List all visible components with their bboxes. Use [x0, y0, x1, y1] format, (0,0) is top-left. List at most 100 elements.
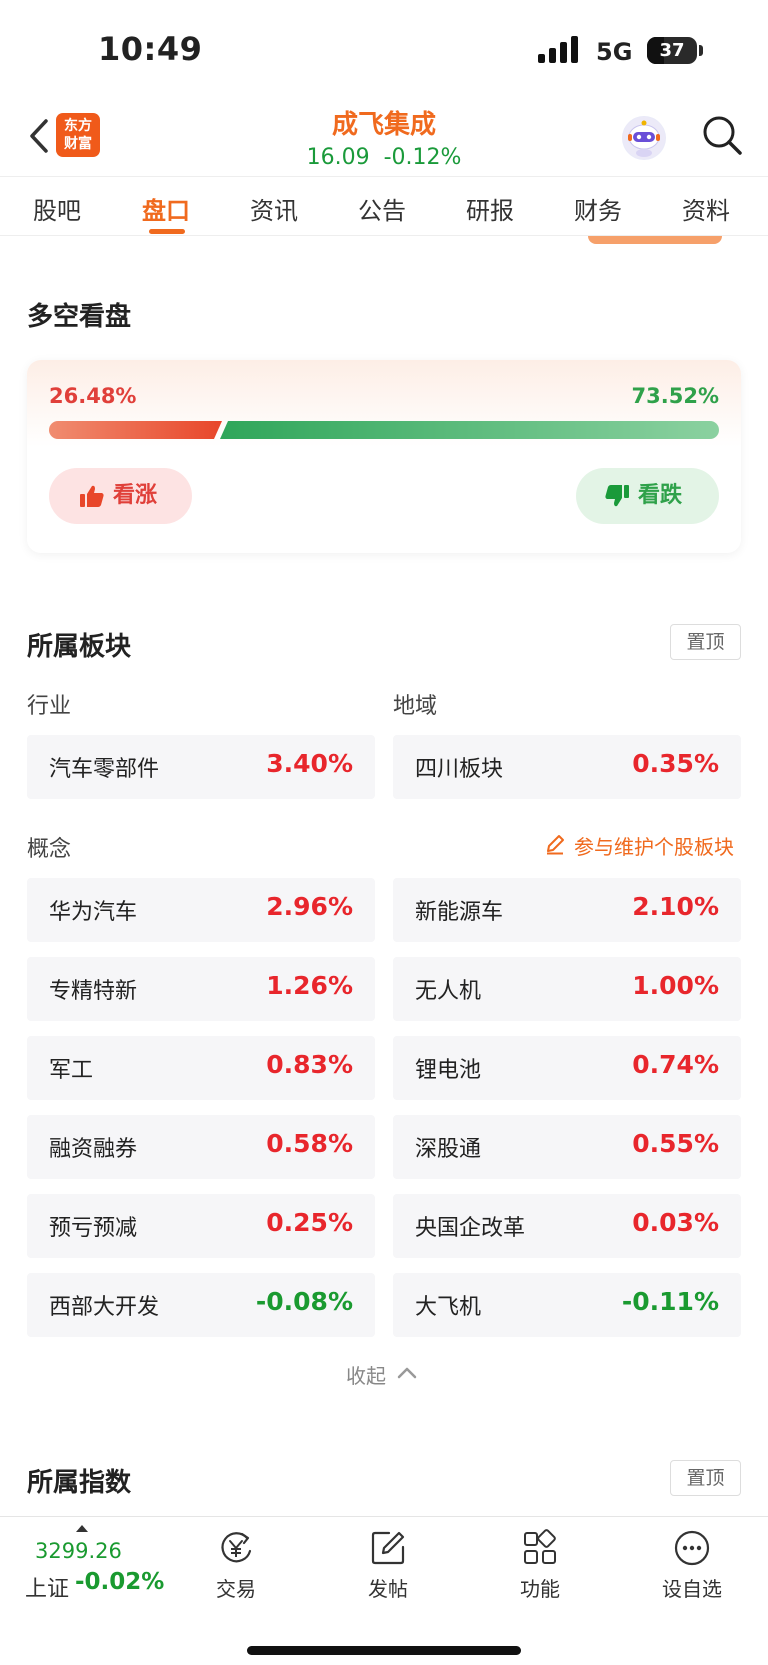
nav-trade[interactable]: 交易: [191, 1525, 281, 1605]
sector-change: 0.03%: [632, 1208, 719, 1237]
sector-change: -0.11%: [621, 1287, 719, 1316]
nav-functions[interactable]: 功能: [495, 1525, 585, 1605]
bull-percent: 26.48%: [49, 384, 137, 408]
sentiment-bar: [49, 421, 719, 439]
sector-change: 1.26%: [266, 971, 353, 1000]
app-logo[interactable]: 东方 财富: [56, 113, 100, 157]
logo-text-line1: 东方: [64, 118, 92, 134]
thumbs-down-icon: [605, 485, 629, 507]
bear-bar: [220, 421, 719, 439]
sector-change: 0.74%: [632, 1050, 719, 1079]
indices-pin-button[interactable]: 置顶: [670, 1460, 741, 1496]
sentiment-title: 多空看盘: [27, 302, 132, 332]
concept-cell[interactable]: 深股通 0.55%: [393, 1115, 741, 1179]
maintain-sectors-link[interactable]: 参与维护个股板块: [544, 831, 734, 860]
sector-change: 2.96%: [266, 892, 353, 921]
sector-name: 汽车零部件: [49, 757, 160, 782]
back-arrow-icon[interactable]: [24, 116, 54, 156]
index-name: 上证: [25, 1577, 70, 1602]
concept-label: 概念: [27, 837, 72, 862]
concept-cell[interactable]: 无人机 1.00%: [393, 957, 741, 1021]
bullish-label: 看涨: [113, 483, 158, 508]
thumbs-up-icon: [80, 485, 104, 507]
tab-news[interactable]: 资讯: [250, 191, 298, 226]
region-cell[interactable]: 四川板块 0.35%: [393, 735, 741, 799]
concept-cell[interactable]: 西部大开发 -0.08%: [27, 1273, 375, 1337]
sector-name: 深股通: [415, 1137, 482, 1162]
sector-name: 专精特新: [49, 979, 138, 1004]
nav-add-watchlist[interactable]: 设自选: [647, 1525, 737, 1605]
logo-text-line2: 财富: [64, 136, 92, 152]
sectors-pin-button[interactable]: 置顶: [670, 624, 741, 660]
search-icon[interactable]: [700, 113, 744, 157]
nav-label: 交易: [216, 1577, 256, 1601]
sector-name: 四川板块: [415, 757, 504, 782]
tab-pankou[interactable]: 盘口: [142, 191, 190, 226]
sector-name: 新能源车: [415, 900, 504, 925]
tab-guba[interactable]: 股吧: [33, 191, 81, 226]
status-time: 10:49: [98, 30, 203, 68]
concept-cell[interactable]: 华为汽车 2.96%: [27, 878, 375, 942]
tab-bar: 股吧 盘口 资讯 公告 研报 财务 资料: [0, 176, 768, 236]
sector-change: 0.83%: [266, 1050, 353, 1079]
indices-title: 所属指数: [27, 1468, 132, 1498]
sector-name: 华为汽车: [49, 900, 138, 925]
tab-announcements[interactable]: 公告: [358, 191, 406, 226]
sector-change: 3.40%: [266, 749, 353, 778]
caret-up-icon: [76, 1525, 88, 1532]
more-dots-icon: [674, 1530, 710, 1566]
sectors-title: 所属板块: [27, 632, 132, 662]
tab-research[interactable]: 研报: [466, 191, 514, 226]
concept-cell[interactable]: 锂电池 0.74%: [393, 1036, 741, 1100]
chevron-up-icon[interactable]: [396, 1364, 418, 1382]
stock-price-line: 16.09 -0.12%: [234, 145, 534, 170]
sector-name: 锂电池: [415, 1058, 482, 1083]
concept-cell[interactable]: 预亏预减 0.25%: [27, 1194, 375, 1258]
bearish-label: 看跌: [638, 483, 683, 508]
industry-cell[interactable]: 汽车零部件 3.40%: [27, 735, 375, 799]
network-type: 5G: [596, 38, 633, 66]
stock-change: -0.12%: [383, 145, 462, 170]
industry-label: 行业: [27, 694, 72, 719]
concept-cell[interactable]: 大飞机 -0.11%: [393, 1273, 741, 1337]
concept-cell[interactable]: 央国企改革 0.03%: [393, 1194, 741, 1258]
sector-change: 0.55%: [632, 1129, 719, 1158]
scrolled-button-edge: [588, 236, 722, 244]
nav-label: 发帖: [368, 1577, 408, 1601]
concept-cell[interactable]: 新能源车 2.10%: [393, 878, 741, 942]
sector-name: 央国企改革: [415, 1216, 526, 1241]
status-bar: 10:49 5G 37: [0, 0, 768, 104]
collapse-button[interactable]: 收起: [346, 1360, 386, 1389]
sector-change: 2.10%: [632, 892, 719, 921]
sector-change: 0.25%: [266, 1208, 353, 1237]
robot-assistant-icon[interactable]: [622, 116, 666, 160]
sector-name: 大飞机: [415, 1295, 482, 1320]
sector-name: 西部大开发: [49, 1295, 160, 1320]
sector-change: 1.00%: [632, 971, 719, 1000]
region-label: 地域: [393, 694, 438, 719]
battery-level: 37: [659, 40, 685, 61]
index-change: -0.02%: [75, 1569, 165, 1595]
bullish-button[interactable]: 看涨: [49, 468, 192, 524]
bear-percent: 73.52%: [631, 384, 719, 408]
nav-label: 功能: [520, 1577, 560, 1601]
bearish-button[interactable]: 看跌: [576, 468, 719, 524]
concept-cell[interactable]: 融资融券 0.58%: [27, 1115, 375, 1179]
bottom-bar: 3299.26 上证 -0.02% 交易 发帖 功能 设自选: [0, 1516, 768, 1665]
sector-change: -0.08%: [255, 1287, 353, 1316]
battery-icon: 37: [647, 37, 697, 64]
sector-name: 预亏预减: [49, 1216, 138, 1241]
concept-cell[interactable]: 军工 0.83%: [27, 1036, 375, 1100]
yuan-exchange-icon: [221, 1532, 252, 1563]
stock-price: 16.09: [306, 145, 370, 170]
sector-name: 无人机: [415, 979, 482, 1004]
tab-profile[interactable]: 资料: [682, 191, 730, 226]
compose-icon: [371, 1531, 405, 1565]
grid-icon: [524, 1529, 556, 1564]
sector-change: 0.58%: [266, 1129, 353, 1158]
nav-label: 设自选: [662, 1577, 722, 1601]
concept-cell[interactable]: 专精特新 1.26%: [27, 957, 375, 1021]
nav-post[interactable]: 发帖: [343, 1525, 433, 1605]
tab-finance[interactable]: 财务: [574, 191, 622, 226]
home-indicator: [247, 1646, 521, 1655]
